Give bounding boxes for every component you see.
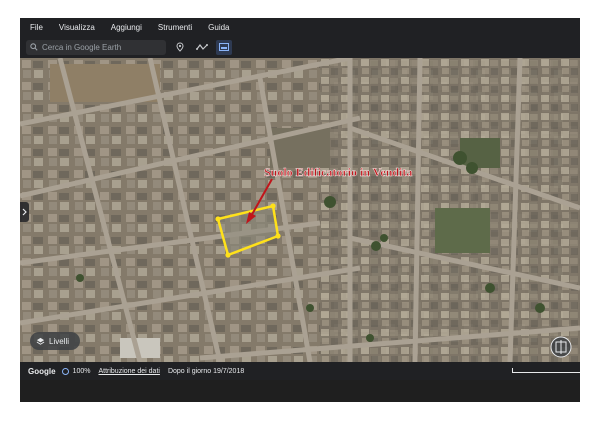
polygon-vertex[interactable] xyxy=(225,252,231,258)
polygon-vertex[interactable] xyxy=(215,216,221,222)
bottom-panel xyxy=(20,380,580,402)
attribution-link[interactable]: Attribuzione dei dati xyxy=(98,368,159,375)
annotation-label: Suolo Edificatorio in Vendita xyxy=(264,165,412,179)
menu-view[interactable]: Visualizza xyxy=(59,23,95,32)
image-overlay-button[interactable] xyxy=(216,39,232,55)
compass-icon xyxy=(550,336,572,358)
zoom-indicator-icon xyxy=(61,367,69,375)
polygon-vertex[interactable] xyxy=(275,233,281,239)
imagery-date: Dopo il giorno 19/7/2018 xyxy=(167,367,245,375)
menu-add[interactable]: Aggiungi xyxy=(111,23,142,32)
compass-button[interactable] xyxy=(550,336,572,358)
layers-icon xyxy=(36,337,45,345)
zoom-level: 100% xyxy=(72,367,91,375)
polygon-vertex[interactable] xyxy=(270,203,276,209)
search-box[interactable] xyxy=(26,39,166,55)
add-placemark-button[interactable] xyxy=(172,40,188,55)
satellite-map[interactable]: Suolo Edificatorio in Vendita Livelli xyxy=(20,58,580,362)
placemark-icon xyxy=(176,42,184,52)
aerial-imagery: Suolo Edificatorio in Vendita xyxy=(20,58,580,362)
scale-bar xyxy=(512,368,580,373)
menu-file[interactable]: File xyxy=(30,23,43,32)
search-icon xyxy=(30,43,38,51)
image-overlay-icon xyxy=(219,43,229,51)
menu-bar: File Visualizza Aggiungi Strumenti Guida xyxy=(20,18,580,36)
add-path-button[interactable] xyxy=(194,40,210,55)
google-logo: Google xyxy=(28,366,56,376)
path-icon xyxy=(196,44,208,50)
google-earth-window: File Visualizza Aggiungi Strumenti Guida xyxy=(20,18,580,402)
sidebar-expand-button[interactable] xyxy=(20,202,29,222)
menu-help[interactable]: Guida xyxy=(208,23,229,32)
menu-tools[interactable]: Strumenti xyxy=(158,23,192,32)
toolbar xyxy=(20,36,580,58)
layers-label: Livelli xyxy=(49,336,70,346)
status-bar: Google 100% Attribuzione dei dati Dopo i… xyxy=(20,362,580,380)
layers-button[interactable]: Livelli xyxy=(30,332,80,350)
chevron-right-icon xyxy=(22,208,27,216)
search-input[interactable] xyxy=(38,42,162,52)
